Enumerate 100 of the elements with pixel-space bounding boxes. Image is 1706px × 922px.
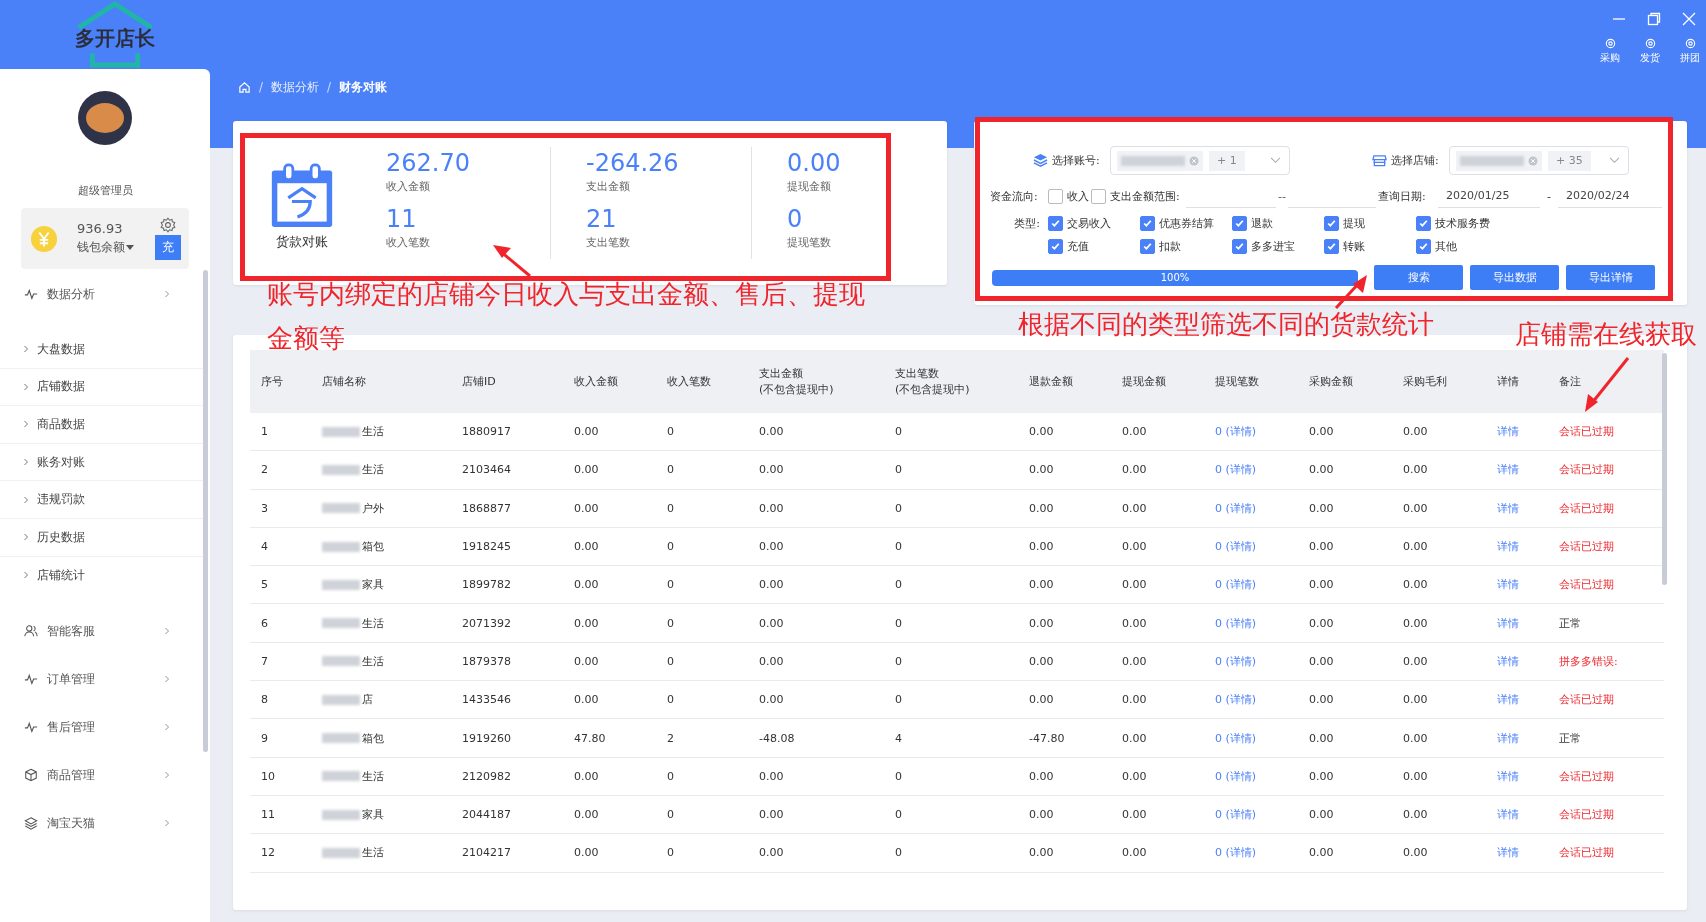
detail-link[interactable]: 0 (详情) (1215, 653, 1257, 669)
detail-link[interactable]: 详情 (1497, 768, 1519, 784)
detail-link[interactable]: 0 (详情) (1215, 539, 1257, 555)
checkbox[interactable] (1232, 216, 1247, 231)
checkbox[interactable] (1232, 239, 1247, 254)
detail-link[interactable]: 详情 (1497, 653, 1519, 669)
detail-link[interactable]: 详情 (1497, 692, 1519, 708)
submenu-item[interactable]: 店铺统计 (0, 556, 203, 595)
toolbar-button[interactable]: 拼团 (1680, 37, 1700, 65)
breadcrumb-item[interactable]: 数据分析 (271, 78, 320, 96)
chevron-right-icon (164, 675, 170, 684)
detail-link[interactable]: 0 (详情) (1215, 730, 1257, 746)
checkbox-label[interactable]: 多多进宝 (1251, 239, 1295, 254)
action-button[interactable]: 导出数据 (1470, 265, 1559, 290)
checkbox[interactable] (1048, 188, 1063, 204)
action-button[interactable]: 导出详情 (1566, 265, 1655, 290)
toolbar-button[interactable]: 发货 (1640, 37, 1660, 65)
restore-icon[interactable] (1647, 12, 1661, 26)
store-select[interactable]: + 35 (1449, 146, 1629, 175)
checkbox-label[interactable]: 提现 (1343, 216, 1365, 231)
annotation-arrow (493, 245, 531, 278)
detail-link[interactable]: 0 (详情) (1215, 500, 1257, 516)
detail-link[interactable]: 0 (详情) (1215, 577, 1257, 593)
start-date-field[interactable]: 2020/01/25 (1438, 184, 1540, 208)
action-button[interactable]: 搜索 (1374, 265, 1463, 290)
detail-link[interactable]: 详情 (1497, 500, 1519, 516)
breadcrumb-separator: / (327, 80, 332, 94)
checkbox[interactable] (1140, 216, 1155, 231)
checkbox[interactable] (1140, 239, 1155, 254)
caret-icon[interactable] (126, 244, 134, 251)
menu-item[interactable]: 售后管理 (0, 703, 203, 752)
table-cell: 0.00 (1403, 769, 1428, 783)
detail-link[interactable]: 详情 (1497, 424, 1519, 440)
checkbox-label[interactable]: 技术服务费 (1435, 216, 1490, 231)
checkbox-label[interactable]: 其他 (1435, 239, 1457, 254)
end-date-field[interactable]: 2020/02/24 (1558, 184, 1662, 208)
detail-link[interactable]: 详情 (1497, 730, 1519, 746)
checkbox[interactable] (1091, 188, 1106, 204)
checkbox[interactable] (1324, 239, 1339, 254)
redacted-text (322, 847, 360, 858)
chevron-right-icon (23, 420, 29, 429)
account-select[interactable]: + 1 (1110, 146, 1290, 175)
checkbox-label[interactable]: 退款 (1251, 216, 1273, 231)
detail-link[interactable]: 详情 (1497, 577, 1519, 593)
column-header: 提现金额 (1121, 373, 1167, 390)
detail-link[interactable]: 详情 (1497, 462, 1519, 478)
wallet-label[interactable]: 钱包余额 (77, 239, 125, 256)
detail-link[interactable]: 详情 (1497, 807, 1519, 823)
checkbox-label[interactable]: 转账 (1343, 239, 1365, 254)
table-cell: 0.00 (759, 578, 784, 592)
checkbox-label[interactable]: 收入 (1067, 188, 1089, 204)
scrollbar[interactable] (1662, 353, 1667, 585)
home-icon[interactable] (238, 80, 251, 94)
table-cell: 生活 (362, 845, 384, 861)
checkbox-label[interactable]: 优惠券结算 (1159, 216, 1214, 231)
chevron-right-icon (23, 533, 29, 542)
checkbox[interactable] (1048, 216, 1063, 231)
menu-item[interactable]: 智能客服 (0, 607, 203, 656)
checkmark-icon (1418, 241, 1429, 252)
table-cell: 0 (895, 693, 902, 707)
toolbar-button[interactable]: 采购 (1600, 37, 1620, 65)
checkbox-label[interactable]: 充值 (1067, 239, 1089, 254)
scrollbar[interactable] (203, 270, 208, 752)
table-cell: 0.00 (1029, 540, 1054, 554)
menu-item[interactable]: 订单管理 (0, 655, 203, 704)
settings-icon[interactable] (160, 217, 176, 233)
pulse-icon (24, 287, 38, 301)
checkbox[interactable] (1416, 216, 1431, 231)
checkbox-label[interactable]: 交易收入 (1067, 216, 1111, 231)
table-cell: 0.00 (1029, 463, 1054, 477)
table-cell: 0.00 (1029, 501, 1054, 515)
recharge-button[interactable]: 充 (155, 235, 181, 260)
menu-item[interactable]: 商品管理 (0, 751, 203, 800)
detail-link[interactable]: 0 (详情) (1215, 462, 1257, 478)
detail-link[interactable]: 0 (详情) (1215, 807, 1257, 823)
stat-value: -264.26 (586, 148, 680, 179)
detail-link[interactable]: 0 (详情) (1215, 615, 1257, 631)
checkbox[interactable] (1048, 239, 1063, 254)
table-cell: 0 (895, 463, 902, 477)
detail-link[interactable]: 详情 (1497, 539, 1519, 555)
table-cell: 0 (667, 501, 674, 515)
checkbox-label[interactable]: 支出 (1110, 188, 1132, 204)
checkbox-label[interactable]: 扣款 (1159, 239, 1181, 254)
table-cell: 0.00 (759, 616, 784, 630)
detail-link[interactable]: 0 (详情) (1215, 845, 1257, 861)
detail-link[interactable]: 详情 (1497, 615, 1519, 631)
detail-link[interactable]: 0 (详情) (1215, 424, 1257, 440)
menu-item[interactable]: 数据分析 (0, 270, 203, 318)
breadcrumb-item[interactable]: 财务对账 (339, 78, 388, 96)
checkbox[interactable] (1416, 239, 1431, 254)
redacted-text (322, 541, 360, 552)
calendar-icon (270, 163, 334, 229)
table-cell: 11 (261, 808, 275, 822)
detail-link[interactable]: 0 (详情) (1215, 768, 1257, 784)
detail-link[interactable]: 详情 (1497, 845, 1519, 861)
close-icon[interactable] (1682, 12, 1696, 26)
table-cell: 0 (667, 808, 674, 822)
detail-link[interactable]: 0 (详情) (1215, 692, 1257, 708)
checkbox[interactable] (1324, 216, 1339, 231)
menu-item[interactable]: 淘宝天猫 (0, 799, 203, 848)
